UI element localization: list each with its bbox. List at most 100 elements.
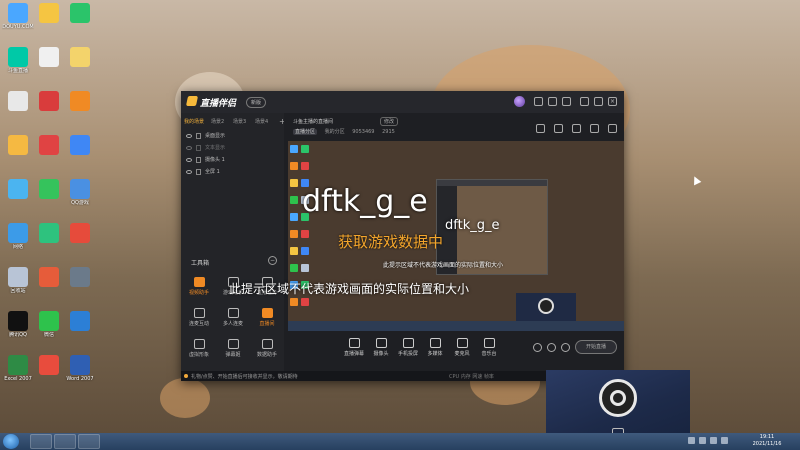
close-icon[interactable]: × <box>608 97 617 106</box>
source-row[interactable]: 文本显示 <box>186 144 276 155</box>
tool-button[interactable]: 多人连麦 <box>219 308 247 327</box>
action-icon <box>429 338 441 348</box>
version-pill[interactable]: 新版 <box>246 97 267 108</box>
record-icon[interactable] <box>547 343 556 352</box>
desktop-icon[interactable] <box>33 47 65 68</box>
app-icon <box>8 179 28 199</box>
maximize-icon[interactable] <box>594 97 603 106</box>
message-icon[interactable] <box>534 97 543 106</box>
desktop-icon[interactable] <box>2 91 34 112</box>
app-icon <box>8 135 28 155</box>
desktop-icon[interactable] <box>2 179 34 200</box>
action-button[interactable]: 麦克风 <box>448 338 476 357</box>
help-icon[interactable] <box>548 97 557 106</box>
settings-icon[interactable] <box>561 343 570 352</box>
desktop-icon[interactable] <box>33 223 65 244</box>
eye-icon[interactable] <box>186 134 192 138</box>
app-icon <box>39 47 59 67</box>
scene-tab-4[interactable]: 场景4 <box>255 118 268 125</box>
share-icon[interactable] <box>608 124 617 133</box>
tool-button[interactable]: 视频助手 <box>185 277 213 296</box>
mouse-cursor <box>690 174 702 186</box>
camera-toggle-icon[interactable] <box>533 343 542 352</box>
start-button[interactable] <box>3 434 19 449</box>
desktop-icon[interactable]: DOUYU.COM <box>2 3 34 30</box>
action-button[interactable]: 多媒体 <box>421 338 449 357</box>
scene-tab-2[interactable]: 场景2 <box>211 118 224 125</box>
settings-icon[interactable] <box>562 97 571 106</box>
desktop-icon[interactable]: 斗鱼直播 <box>2 47 34 74</box>
desktop-icon[interactable] <box>64 47 96 68</box>
desktop-icon[interactable]: 回收站 <box>2 267 34 294</box>
action-button[interactable]: 手机投屏 <box>394 338 422 357</box>
desktop-icon[interactable] <box>64 223 96 244</box>
lock-icon[interactable] <box>196 145 201 151</box>
display-icon[interactable] <box>572 124 581 133</box>
eye-icon[interactable] <box>186 146 192 150</box>
action-button[interactable]: 音乐台 <box>475 338 503 357</box>
desktop-icon[interactable] <box>64 267 96 288</box>
scene-tab-1[interactable]: 我的场景 <box>184 118 204 125</box>
desktop-icon[interactable] <box>33 135 65 156</box>
action-button[interactable]: 摄像头 <box>367 338 395 357</box>
lock-icon[interactable] <box>196 157 201 163</box>
desktop-icon-label: QQ游戏 <box>71 200 89 206</box>
scene-tab-3[interactable]: 场景3 <box>233 118 246 125</box>
taskbar-app-2[interactable] <box>54 434 76 449</box>
watermark-username-small: dftk_g_e <box>445 218 500 233</box>
bell-icon[interactable] <box>590 124 599 133</box>
preview-taskbar <box>288 321 624 331</box>
desktop-icon[interactable]: Excel 2007 <box>2 355 34 382</box>
toolbox-collapse-icon[interactable]: − <box>268 256 277 265</box>
tool-button[interactable]: 弹幕姬 <box>219 339 247 358</box>
source-row[interactable]: 桌面显示 <box>186 132 276 143</box>
go-live-button[interactable]: 开始直播 <box>575 340 617 354</box>
tool-button[interactable]: 虚拟形象 <box>185 339 213 358</box>
desktop-icon[interactable] <box>2 135 34 156</box>
action-button[interactable]: 直播弹幕 <box>340 338 368 357</box>
desktop-icon[interactable] <box>33 355 65 376</box>
avatar[interactable] <box>514 96 525 107</box>
source-row[interactable]: 全屏 1 <box>186 168 276 179</box>
tool-icon <box>193 308 205 318</box>
tool-button[interactable]: 连麦互动 <box>185 308 213 327</box>
network-icon[interactable] <box>699 437 706 444</box>
desktop-icon[interactable]: Word 2007 <box>64 355 96 382</box>
desktop-icon[interactable] <box>64 3 96 24</box>
category-badge[interactable]: 直播分区 <box>293 129 318 135</box>
input-method-icon[interactable] <box>721 437 728 444</box>
volume-icon[interactable] <box>710 437 717 444</box>
taskbar-app-explorer[interactable] <box>30 434 52 449</box>
stream-preview[interactable]: dftk_g_e dftk_g_e 获取游戏数据中 此提示区域不代表游戏画面的实… <box>288 141 624 331</box>
screenshot-icon[interactable] <box>536 124 545 133</box>
action-label: 摄像头 <box>373 351 389 357</box>
desktop-icon[interactable] <box>64 311 96 332</box>
taskbar-app-streaming[interactable] <box>78 434 100 449</box>
desktop-icon[interactable]: 网络 <box>2 223 34 250</box>
desktop-icon[interactable] <box>33 91 65 112</box>
source-row[interactable]: 摄像头 1 <box>186 156 276 167</box>
desktop-icon[interactable] <box>64 91 96 112</box>
desktop-icon[interactable]: 腾讯QQ <box>2 311 34 338</box>
desktop-icon[interactable]: QQ游戏 <box>64 179 96 206</box>
desktop-icon[interactable]: 微信 <box>33 311 65 338</box>
desktop-icon[interactable] <box>33 267 65 288</box>
lock-icon[interactable] <box>196 169 201 175</box>
lock-icon[interactable] <box>196 133 201 139</box>
edit-room-button[interactable]: 修改 <box>380 117 399 126</box>
minimize-icon[interactable] <box>580 97 589 106</box>
tray-up-icon[interactable] <box>688 437 695 444</box>
nested-hint-text: 此提示区域不代表游戏画面的实际位置和大小 <box>383 262 504 269</box>
taskbar-clock[interactable]: 19:11 2021/11/16 <box>742 434 792 448</box>
eye-icon[interactable] <box>186 158 192 162</box>
lock-icon[interactable] <box>554 124 563 133</box>
preview-desktop-icon <box>290 179 298 187</box>
tool-button[interactable]: 数据助手 <box>253 339 281 358</box>
desktop-icon[interactable] <box>64 135 96 156</box>
eye-icon[interactable] <box>186 170 192 174</box>
tool-button[interactable]: 直播间 <box>253 308 281 327</box>
desktop-icon[interactable] <box>33 179 65 200</box>
desktop-icon[interactable] <box>33 3 65 24</box>
app-icon <box>70 3 90 23</box>
title-bar: 直播伴侣 新版 × <box>181 91 624 113</box>
